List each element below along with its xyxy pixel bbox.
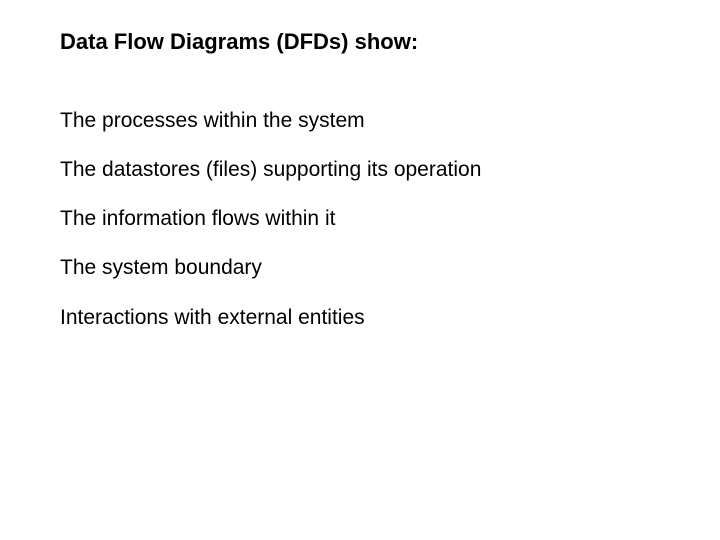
list-item: The datastores (files) supporting its op… [60,156,660,183]
list-item: The system boundary [60,254,660,281]
slide-title: Data Flow Diagrams (DFDs) show: [60,28,660,57]
list-item: The processes within the system [60,107,660,134]
slide: Data Flow Diagrams (DFDs) show: The proc… [0,0,720,540]
list-item: Interactions with external entities [60,304,660,331]
list-item: The information flows within it [60,205,660,232]
